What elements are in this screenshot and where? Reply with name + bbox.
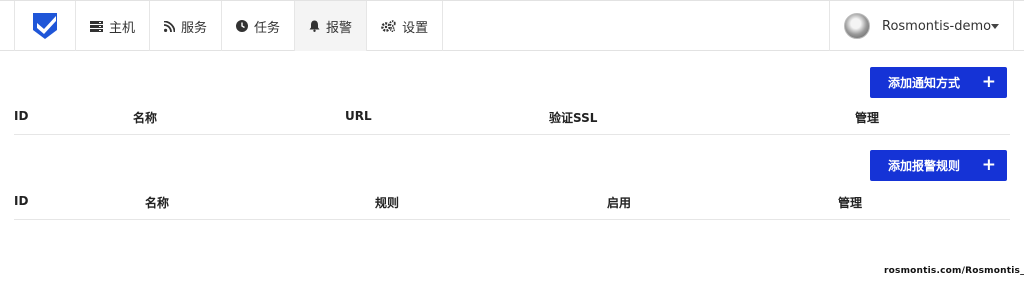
nav-item-hosts[interactable]: 主机	[76, 1, 151, 51]
nav-item-tasks[interactable]: 任务	[222, 1, 296, 51]
nav-item-label: 主机	[109, 20, 136, 36]
nav-item-label: 服务	[181, 20, 208, 36]
avatar	[844, 13, 870, 39]
nav-item-services[interactable]: 服务	[150, 1, 223, 51]
gears-icon	[381, 20, 396, 32]
column-header-name: 名称	[145, 196, 170, 210]
column-header-rule: 规则	[375, 196, 400, 210]
plus-icon: +	[981, 72, 996, 92]
nav-item-alerts[interactable]: 报警	[295, 1, 368, 51]
watermark-text: rosmontis.com/Rosmontis_Blog	[884, 266, 1024, 276]
column-header-verify-ssl: 验证SSL	[549, 111, 598, 125]
clock-icon	[236, 20, 249, 32]
logo-icon	[33, 13, 57, 39]
rss-icon	[164, 20, 176, 32]
column-header-id: ID	[14, 109, 29, 123]
column-header-url: URL	[345, 109, 372, 123]
bell-icon	[309, 20, 320, 32]
add-alert-rule-label: 添加报警规则	[888, 159, 961, 173]
main-nav: 主机 服务 任务 报警 设置	[76, 1, 444, 51]
user-menu[interactable]: Rosmontis-demo	[829, 1, 1014, 51]
rules-table-header: ID 名称 规则 启用 管理	[14, 186, 1010, 220]
column-header-manage: 管理	[855, 111, 880, 125]
plus-icon: +	[981, 155, 996, 175]
logo[interactable]	[14, 1, 76, 51]
top-navbar: 主机 服务 任务 报警 设置 Rosmontis-demo	[0, 0, 1024, 51]
chevron-down-icon	[991, 24, 999, 29]
column-header-name: 名称	[133, 111, 158, 125]
column-header-manage: 管理	[838, 196, 863, 210]
add-notify-method-button[interactable]: 添加通知方式 +	[870, 67, 1007, 98]
nav-item-label: 任务	[254, 20, 281, 36]
add-notify-method-label: 添加通知方式	[888, 76, 961, 90]
nav-item-label: 设置	[402, 20, 429, 36]
user-name: Rosmontis-demo	[882, 18, 992, 34]
nav-item-label: 报警	[326, 20, 353, 36]
add-alert-rule-button[interactable]: 添加报警规则 +	[870, 150, 1007, 181]
notify-table-header: ID 名称 URL 验证SSL 管理	[14, 101, 1010, 135]
server-icon	[90, 20, 103, 32]
column-header-enabled: 启用	[607, 196, 632, 210]
nav-item-settings[interactable]: 设置	[367, 1, 444, 51]
column-header-id: ID	[14, 194, 29, 208]
